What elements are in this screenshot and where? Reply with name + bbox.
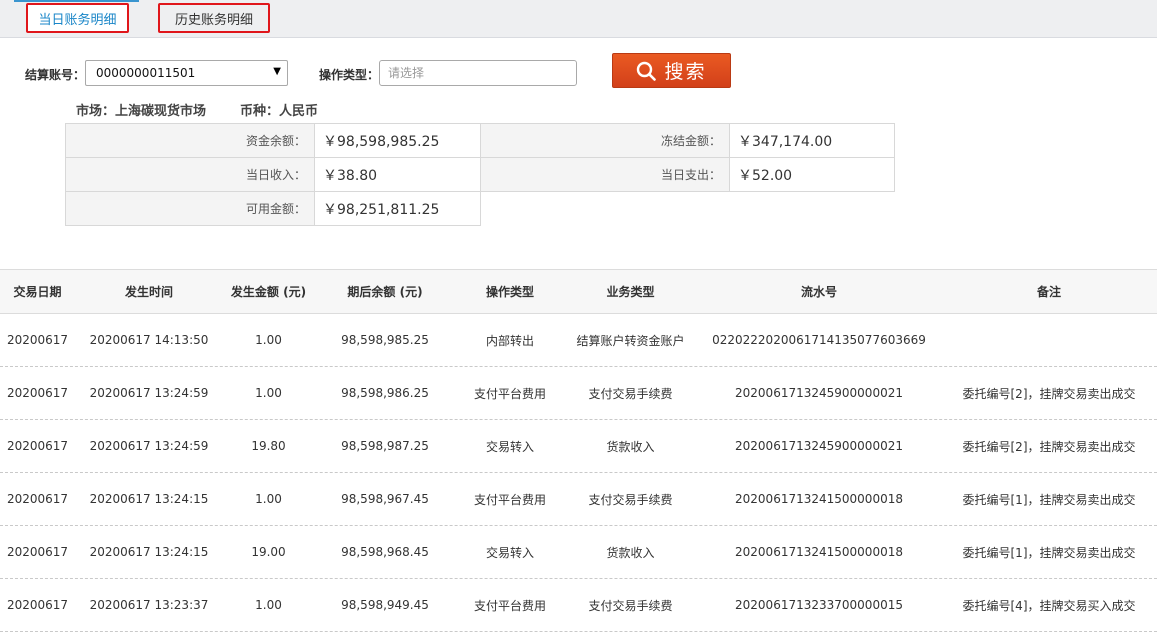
cell-op-type: 支付平台费用 (473, 492, 546, 507)
cell-balance-after: 98,598,987.25 (341, 439, 429, 453)
cell-op-type: 支付平台费用 (473, 386, 546, 401)
cell-biz-type: 支付交易手续费 (588, 598, 673, 613)
cell-biz-type: 支付交易手续费 (588, 492, 673, 507)
header-op-type: 操作类型 (485, 285, 534, 299)
header-occur-time: 发生时间 (124, 285, 173, 299)
cell-op-type: 支付平台费用 (473, 598, 546, 613)
frozen-value: ￥347,174.00 (729, 123, 895, 158)
op-type-input[interactable] (379, 60, 577, 86)
cell-amount: 1.00 (255, 492, 282, 506)
cell-occur-time: 20200617 13:24:59 (89, 439, 209, 453)
frozen-label: 冻结金额： (480, 123, 730, 158)
cell-trade-date: 20200617 (6, 439, 69, 453)
expense-value: ￥52.00 (729, 157, 895, 192)
cell-occur-time: 20200617 14:13:50 (89, 333, 209, 347)
expense-label: 当日支出： (480, 157, 730, 192)
cell-serial-no: 2020061713245900000021 (735, 439, 903, 453)
cell-trade-date: 20200617 (6, 492, 69, 506)
header-remark: 备注 (1036, 285, 1061, 299)
available-label: 可用金额： (65, 191, 315, 226)
cell-occur-time: 20200617 13:24:59 (89, 386, 209, 400)
magnifier-icon (637, 61, 657, 81)
balance-label: 资金余额： (65, 123, 315, 158)
cell-biz-type: 结算账户转资金账户 (576, 333, 685, 348)
cell-amount: 1.00 (255, 333, 282, 347)
cell-remark: 委托编号[1]，挂牌交易卖出成交 (962, 545, 1136, 560)
cell-balance-after: 98,598,986.25 (341, 386, 429, 400)
table-row: 20200617 20200617 13:23:37 1.00 98,598,949.… (0, 579, 1157, 632)
cell-op-type: 内部转出 (485, 333, 534, 348)
table-row: 20200617 20200617 13:24:59 1.00 98,598,986.… (0, 367, 1157, 420)
cell-biz-type: 支付交易手续费 (588, 386, 673, 401)
cell-occur-time: 20200617 13:24:15 (89, 545, 209, 559)
table-header: 交易日期 发生时间 发生金额 (元) 期后余额 (元) 操作类型 业务类型 流水… (0, 269, 1157, 314)
table-row: 20200617 20200617 13:24:15 1.00 98,598,967.… (0, 473, 1157, 526)
header-trade-date: 交易日期 (13, 285, 62, 299)
cell-amount: 1.00 (255, 386, 282, 400)
cell-amount: 19.80 (251, 439, 286, 453)
cell-remark: 委托编号[2]，挂牌交易卖出成交 (962, 386, 1136, 401)
cell-amount: 19.00 (251, 545, 286, 559)
header-amount: 发生金额 (元) (230, 285, 307, 299)
cell-op-type: 交易转入 (485, 545, 534, 560)
cell-balance-after: 98,598,985.25 (341, 333, 429, 347)
cell-biz-type: 货款收入 (606, 439, 655, 454)
account-label: 结算账号： (25, 68, 86, 82)
balance-value: ￥98,598,985.25 (314, 123, 481, 158)
market-info: 市场：上海碳现货市场 (76, 104, 207, 119)
cell-balance-after: 98,598,967.45 (341, 492, 429, 506)
header-balance-after: 期后余额 (元) (347, 285, 423, 299)
cell-balance-after: 98,598,968.45 (341, 545, 429, 559)
income-value: ￥38.80 (314, 157, 481, 192)
transaction-table: 交易日期 发生时间 发生金额 (元) 期后余额 (元) 操作类型 业务类型 流水… (0, 269, 1157, 632)
account-select-value: 0000000011501 (96, 66, 196, 80)
search-button[interactable]: 搜索 (612, 53, 731, 88)
tab-bar: 当日账务明细 历史账务明细 (0, 0, 1157, 38)
account-select[interactable]: 0000000011501 ▼ (85, 60, 288, 86)
cell-remark: 委托编号[1]，挂牌交易卖出成交 (962, 492, 1136, 507)
currency-info: 币种：人民币 (240, 104, 319, 119)
table-row: 20200617 20200617 14:13:50 1.00 98,598,985.… (0, 314, 1157, 367)
header-biz-type: 业务类型 (606, 285, 655, 299)
search-button-label: 搜索 (664, 61, 707, 83)
cell-occur-time: 20200617 13:24:15 (89, 492, 209, 506)
cell-serial-no: 02202220200617141350776036​69 (712, 333, 926, 347)
tab-history-details[interactable]: 历史账务明细 (158, 3, 270, 33)
header-serial-no: 流水号 (800, 285, 837, 299)
cell-op-type: 交易转入 (485, 439, 534, 454)
cell-trade-date: 20200617 (6, 545, 69, 559)
cell-trade-date: 20200617 (6, 386, 69, 400)
cell-serial-no: 2020061713241500000018 (735, 492, 903, 506)
cell-remark: 委托编号[2]，挂牌交易卖出成交 (962, 439, 1136, 454)
active-tab-indicator (14, 0, 139, 2)
cell-serial-no: 2020061713241500000018 (735, 545, 903, 559)
cell-remark: 委托编号[4]，挂牌交易买入成交 (962, 598, 1136, 613)
cell-biz-type: 货款收入 (606, 545, 655, 560)
tab-today-details[interactable]: 当日账务明细 (26, 3, 129, 33)
cell-serial-no: 2020061713245900000021 (735, 386, 903, 400)
account-summary-table: 资金余额： ￥98,598,985.25 冻结金额： ￥347,174.00 当… (65, 123, 895, 226)
triangle-down-icon: ▼ (273, 66, 281, 77)
available-value: ￥98,251,811.25 (314, 191, 481, 226)
income-label: 当日收入： (65, 157, 315, 192)
cell-trade-date: 20200617 (6, 333, 69, 347)
table-row: 20200617 20200617 13:24:15 19.00 98,598,968… (0, 526, 1157, 579)
table-row: 20200617 20200617 13:24:59 19.80 98,598,987… (0, 420, 1157, 473)
op-type-label: 操作类型： (319, 68, 380, 82)
